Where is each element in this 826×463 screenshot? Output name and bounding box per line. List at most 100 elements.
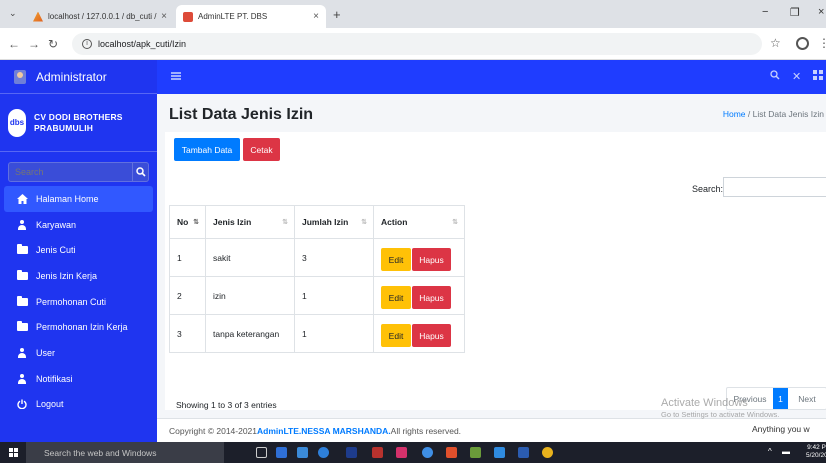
table-search-input[interactable] (723, 177, 826, 197)
hapus-button[interactable]: Hapus (412, 248, 451, 271)
sidebar-user-header[interactable]: Administrator (0, 60, 157, 94)
sidebar-item-jenis-cuti[interactable]: Jenis Cuti (4, 237, 153, 263)
file-explorer-icon[interactable] (297, 447, 308, 458)
sidebar-search-input[interactable] (8, 162, 133, 182)
table-row: 1 sakit 3 Edit Hapus (169, 238, 465, 277)
company-logo: dbs (8, 108, 26, 137)
sidebar-item-label: Halaman Home (36, 193, 99, 204)
breadcrumb: Home / List Data Jenis Izin (723, 109, 824, 119)
user-name: Administrator (36, 69, 107, 84)
photoshop-icon[interactable] (346, 447, 357, 458)
cell-no: 3 (169, 314, 206, 353)
tab-title: AdminLTE PT. DBS (198, 12, 268, 21)
cell-action: Edit Hapus (373, 238, 465, 277)
edge-icon[interactable] (318, 447, 329, 458)
sidebar-item-jenis-izin-kerja[interactable]: Jenis Izin Kerja (4, 263, 153, 289)
column-header-jumlah-izin[interactable]: Jumlah Izin ⇅ (294, 205, 374, 239)
chrome-icon[interactable] (542, 447, 553, 458)
table-info: Showing 1 to 3 of 3 entries (176, 400, 277, 410)
cell-jenis-izin: tanpa keterangan (205, 314, 295, 353)
tab-search-chevron-icon[interactable]: ⌄ (9, 8, 17, 19)
footer-link[interactable]: AdminLTE.NESSA MARSHANDA. (257, 426, 391, 436)
grid-icon[interactable] (813, 70, 823, 83)
breadcrumb-home-link[interactable]: Home (723, 109, 746, 119)
sidebar-item-user[interactable]: User (4, 340, 153, 366)
breadcrumb-current: List Data Jenis Izin (752, 109, 824, 119)
browser-tab-phpmyadmin[interactable]: localhost / 127.0.0.1 / db_cuti / × (26, 5, 174, 28)
company-brand[interactable]: dbs CV DODI BROTHERS PRABUMULIH (0, 94, 157, 152)
bookmark-star-icon[interactable]: ☆ (770, 36, 781, 50)
top-navbar: ✕ (157, 60, 826, 94)
search-icon[interactable] (770, 70, 780, 83)
page-title: List Data Jenis Izin (169, 106, 314, 123)
vscode-icon[interactable] (276, 447, 287, 458)
acrobat-icon[interactable] (396, 447, 407, 458)
search-icon[interactable] (133, 162, 149, 182)
column-header-jenis-izin[interactable]: Jenis Izin ⇅ (205, 205, 295, 239)
sort-asc-icon: ⇅ (193, 219, 199, 226)
column-header-no[interactable]: No ⇅ (169, 205, 206, 239)
sidebar-item-label: Karyawan (36, 219, 77, 230)
cell-jumlah-izin: 1 (294, 276, 374, 315)
sidebar-item-halaman-home[interactable]: Halaman Home (4, 186, 153, 212)
tab-close-icon[interactable]: × (161, 11, 167, 22)
minimize-button[interactable]: − (762, 6, 768, 18)
flash-icon[interactable] (372, 447, 383, 458)
watermark-title: Activate Windows (661, 397, 748, 409)
user-icon (16, 347, 28, 358)
tambah-data-button[interactable]: Tambah Data (174, 138, 240, 161)
sidebar-menu: Halaman Home Karyawan Jenis Cuti Jenis I… (0, 186, 157, 417)
user-icon (16, 219, 28, 230)
maximize-button[interactable]: ❐ (790, 6, 800, 19)
hapus-button[interactable]: Hapus (412, 286, 451, 309)
xampp-icon[interactable] (446, 447, 457, 458)
sidebar-item-label: Jenis Izin Kerja (36, 270, 98, 281)
edit-button[interactable]: Edit (381, 324, 411, 347)
cetak-button[interactable]: Cetak (243, 138, 280, 161)
app-icon[interactable] (422, 447, 433, 458)
hapus-button[interactable]: Hapus (412, 324, 451, 347)
browser-menu-icon[interactable]: ⋮ (818, 36, 826, 50)
edit-button[interactable]: Edit (381, 248, 411, 271)
column-header-action[interactable]: Action ⇅ (373, 205, 465, 239)
site-info-icon[interactable]: i (82, 39, 92, 49)
user-icon (16, 373, 28, 384)
new-tab-button[interactable]: + (333, 7, 341, 22)
company-name-line1: CV DODI BROTHERS (34, 111, 123, 122)
app-icon[interactable] (470, 447, 481, 458)
task-view-icon[interactable] (256, 447, 267, 458)
sidebar-item-notifikasi[interactable]: Notifikasi (4, 366, 153, 392)
fullscreen-icon[interactable]: ✕ (792, 70, 801, 83)
back-arrow-icon[interactable]: ← (8, 37, 20, 51)
browser-tab-adminlte[interactable]: AdminLTE PT. DBS × (176, 5, 326, 28)
taskbar-clock[interactable]: 9:42 PM 5/20/202 (806, 444, 826, 460)
sidebar-item-logout[interactable]: Logout (4, 392, 153, 418)
taskbar-search-box[interactable]: Search the web and Windows (26, 442, 224, 463)
notification-icon[interactable]: ▬ (782, 447, 790, 456)
reload-icon[interactable]: ↻ (48, 37, 58, 51)
clock-time: 9:42 PM (807, 444, 826, 451)
address-bar[interactable]: i localhost/apk_cuti/Izin (72, 33, 762, 55)
sidebar-item-permohonan-izin-kerja[interactable]: Permohonan Izin Kerja (4, 314, 153, 340)
breadcrumb-separator: / (747, 109, 751, 119)
menu-toggle-icon[interactable] (171, 72, 181, 80)
windows-start-icon[interactable] (9, 448, 18, 457)
sort-icon: ⇅ (282, 219, 288, 226)
sidebar-item-label: User (36, 347, 56, 358)
tab-close-icon[interactable]: × (313, 11, 319, 22)
tray-chevron-icon[interactable]: ^ (768, 447, 772, 456)
edit-button[interactable]: Edit (381, 286, 411, 309)
tab-title: localhost / 127.0.0.1 / db_cuti / (48, 12, 157, 21)
forward-arrow-icon[interactable]: → (28, 37, 40, 51)
footer-rights: All rights reserved. (390, 425, 462, 436)
word-icon[interactable] (518, 447, 529, 458)
sidebar-item-permohonan-cuti[interactable]: Permohonan Cuti (4, 289, 153, 315)
sidebar-item-karyawan[interactable]: Karyawan (4, 212, 153, 238)
watermark-subtitle: Go to Settings to activate Windows. (661, 410, 780, 419)
download-icon[interactable] (494, 447, 505, 458)
pagination-next[interactable]: Next (788, 388, 826, 409)
table-search-label: Search: (692, 184, 724, 194)
activate-windows-watermark: Activate Windows Go to Settings to activ… (661, 397, 779, 419)
close-window-button[interactable]: × (818, 6, 824, 18)
profile-icon[interactable] (796, 37, 809, 50)
